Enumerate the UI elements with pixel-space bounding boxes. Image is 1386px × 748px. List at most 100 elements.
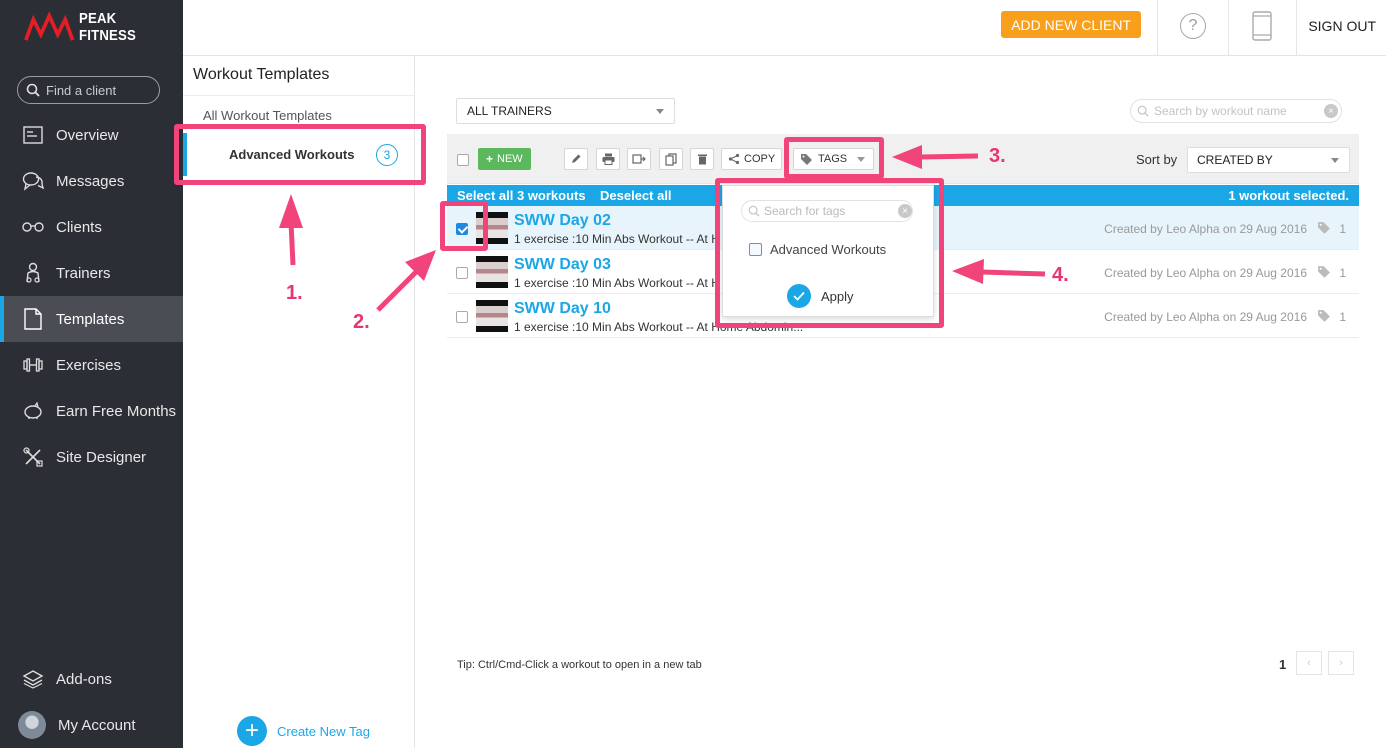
sidebar-item-label: Exercises (56, 356, 122, 374)
annotation-box-1 (174, 124, 426, 185)
copy-button[interactable]: COPY (721, 148, 783, 170)
copy-button-label: COPY (744, 153, 776, 165)
annotation-box-4 (715, 178, 944, 328)
sort-select[interactable]: CREATED BY (1187, 147, 1350, 173)
help-icon[interactable]: ? (1180, 13, 1206, 39)
workout-search-input[interactable] (1154, 104, 1319, 118)
sidebar: PEAK FITNESS Overview Messages Clients T… (0, 0, 183, 748)
workout-title[interactable]: SWW Day 02 (514, 212, 611, 230)
sidebar-item-label: Trainers (56, 264, 111, 282)
sidebar-item-label: Templates (56, 310, 125, 328)
sort-select-value: CREATED BY (1197, 153, 1273, 167)
workout-thumbnail (476, 256, 508, 288)
find-client-search[interactable] (17, 76, 160, 104)
sidebar-item-label: Add-ons (56, 670, 112, 688)
trainer-select[interactable]: ALL TRAINERS (456, 98, 675, 124)
workout-tag-count: 1 (1339, 266, 1346, 280)
sidebar-item-label: Overview (56, 126, 119, 144)
top-divider (1296, 0, 1297, 56)
sort-by-label: Sort by (1136, 152, 1178, 167)
edit-button[interactable] (564, 148, 588, 170)
annotation-label-1: 1. (286, 282, 303, 304)
annotation-label-3: 3. (989, 145, 1006, 167)
share-icon (728, 153, 740, 165)
select-all-checkbox[interactable] (457, 154, 469, 166)
tools-icon (22, 446, 44, 468)
sign-out-link[interactable]: SIGN OUT (1308, 18, 1376, 34)
search-icon (1137, 105, 1149, 117)
workout-title[interactable]: SWW Day 10 (514, 300, 611, 318)
sidebar-item-label: My Account (58, 716, 136, 734)
assign-button[interactable] (627, 148, 651, 170)
annotation-label-4: 4. (1052, 264, 1069, 286)
new-workout-button[interactable]: + NEW (478, 148, 531, 170)
sidebar-item-messages[interactable]: Messages (0, 158, 183, 204)
next-page-button[interactable]: › (1328, 651, 1354, 675)
workout-tag-count: 1 (1339, 310, 1346, 324)
duplicate-button[interactable] (659, 148, 683, 170)
chevron-down-icon (1331, 158, 1339, 163)
workout-description: 1 exercise :10 Min Abs Workout -- At H (514, 232, 720, 246)
sidebar-item-label: Clients (56, 218, 102, 236)
workout-toolbar: + NEW COPY TAGS Sort by CREATED BY (447, 134, 1359, 184)
workout-created-by: Created by Leo Alpha on 29 Aug 2016 (1104, 310, 1307, 324)
chevron-down-icon (656, 109, 664, 114)
pencil-icon (572, 154, 581, 163)
all-workout-templates-link[interactable]: All Workout Templates (203, 108, 332, 123)
find-client-input[interactable] (46, 82, 156, 98)
sidebar-item-label: Messages (56, 172, 125, 190)
workout-created-by: Created by Leo Alpha on 29 Aug 2016 (1104, 222, 1307, 236)
create-new-tag-button[interactable]: + Create New Tag (237, 716, 370, 746)
top-bar: ADD NEW CLIENT ? SIGN OUT (183, 0, 1386, 56)
sidebar-nav: Overview Messages Clients Trainers Templ… (0, 112, 183, 480)
workout-checkbox[interactable] (456, 267, 468, 279)
sidebar-item-label: Earn Free Months (56, 402, 177, 420)
sidebar-item-clients[interactable]: Clients (0, 204, 183, 250)
deselect-all-link[interactable]: Deselect all (600, 188, 672, 203)
print-button[interactable] (596, 148, 620, 170)
sidebar-item-add-ons[interactable]: Add-ons (0, 656, 183, 702)
logo-mark-icon (24, 11, 75, 41)
trainers-icon (22, 262, 44, 284)
sidebar-item-exercises[interactable]: Exercises (0, 342, 183, 388)
add-new-client-button[interactable]: ADD NEW CLIENT (1001, 11, 1141, 38)
workout-title[interactable]: SWW Day 03 (514, 256, 611, 274)
sidebar-item-label: Site Designer (56, 448, 147, 466)
templates-icon (22, 308, 44, 330)
layers-icon (22, 668, 44, 690)
sidebar-item-my-account[interactable]: My Account (0, 702, 183, 748)
workout-checkbox[interactable] (456, 311, 468, 323)
sidebar-bottom: Add-ons My Account (0, 656, 183, 748)
mobile-icon[interactable] (1252, 11, 1272, 41)
piggy-bank-icon (22, 400, 44, 422)
new-button-label: NEW (497, 153, 523, 165)
tag-icon (1318, 222, 1330, 234)
top-divider (1157, 0, 1158, 56)
plus-icon: + (237, 716, 267, 746)
print-icon (602, 153, 614, 165)
sidebar-item-site-designer[interactable]: Site Designer (0, 434, 183, 480)
annotation-label-2: 2. (353, 311, 370, 333)
tip-text: Tip: Ctrl/Cmd-Click a workout to open in… (457, 659, 702, 671)
sidebar-item-overview[interactable]: Overview (0, 112, 183, 158)
create-new-tag-label: Create New Tag (277, 723, 370, 739)
delete-button[interactable] (690, 148, 714, 170)
messages-icon (22, 170, 44, 192)
sidebar-item-trainers[interactable]: Trainers (0, 250, 183, 296)
annotation-box-2 (440, 201, 488, 251)
workout-description: 1 exercise :10 Min Abs Workout -- At H (514, 276, 720, 290)
workout-search[interactable]: × (1130, 99, 1342, 123)
workout-thumbnail (476, 300, 508, 332)
clear-icon[interactable]: × (1324, 104, 1338, 118)
sidebar-item-templates[interactable]: Templates (0, 296, 183, 342)
prev-page-button[interactable]: ‹ (1296, 651, 1322, 675)
tag-icon (1318, 266, 1330, 278)
duplicate-icon (665, 152, 677, 166)
tag-panel-title: Workout Templates (193, 66, 330, 83)
trainer-select-value: ALL TRAINERS (467, 104, 552, 118)
logo[interactable]: PEAK FITNESS (24, 10, 183, 44)
workout-created-by: Created by Leo Alpha on 29 Aug 2016 (1104, 266, 1307, 280)
sidebar-item-earn-free-months[interactable]: Earn Free Months (0, 388, 183, 434)
selection-status: 1 workout selected. (1228, 188, 1349, 203)
clients-icon (22, 216, 44, 238)
